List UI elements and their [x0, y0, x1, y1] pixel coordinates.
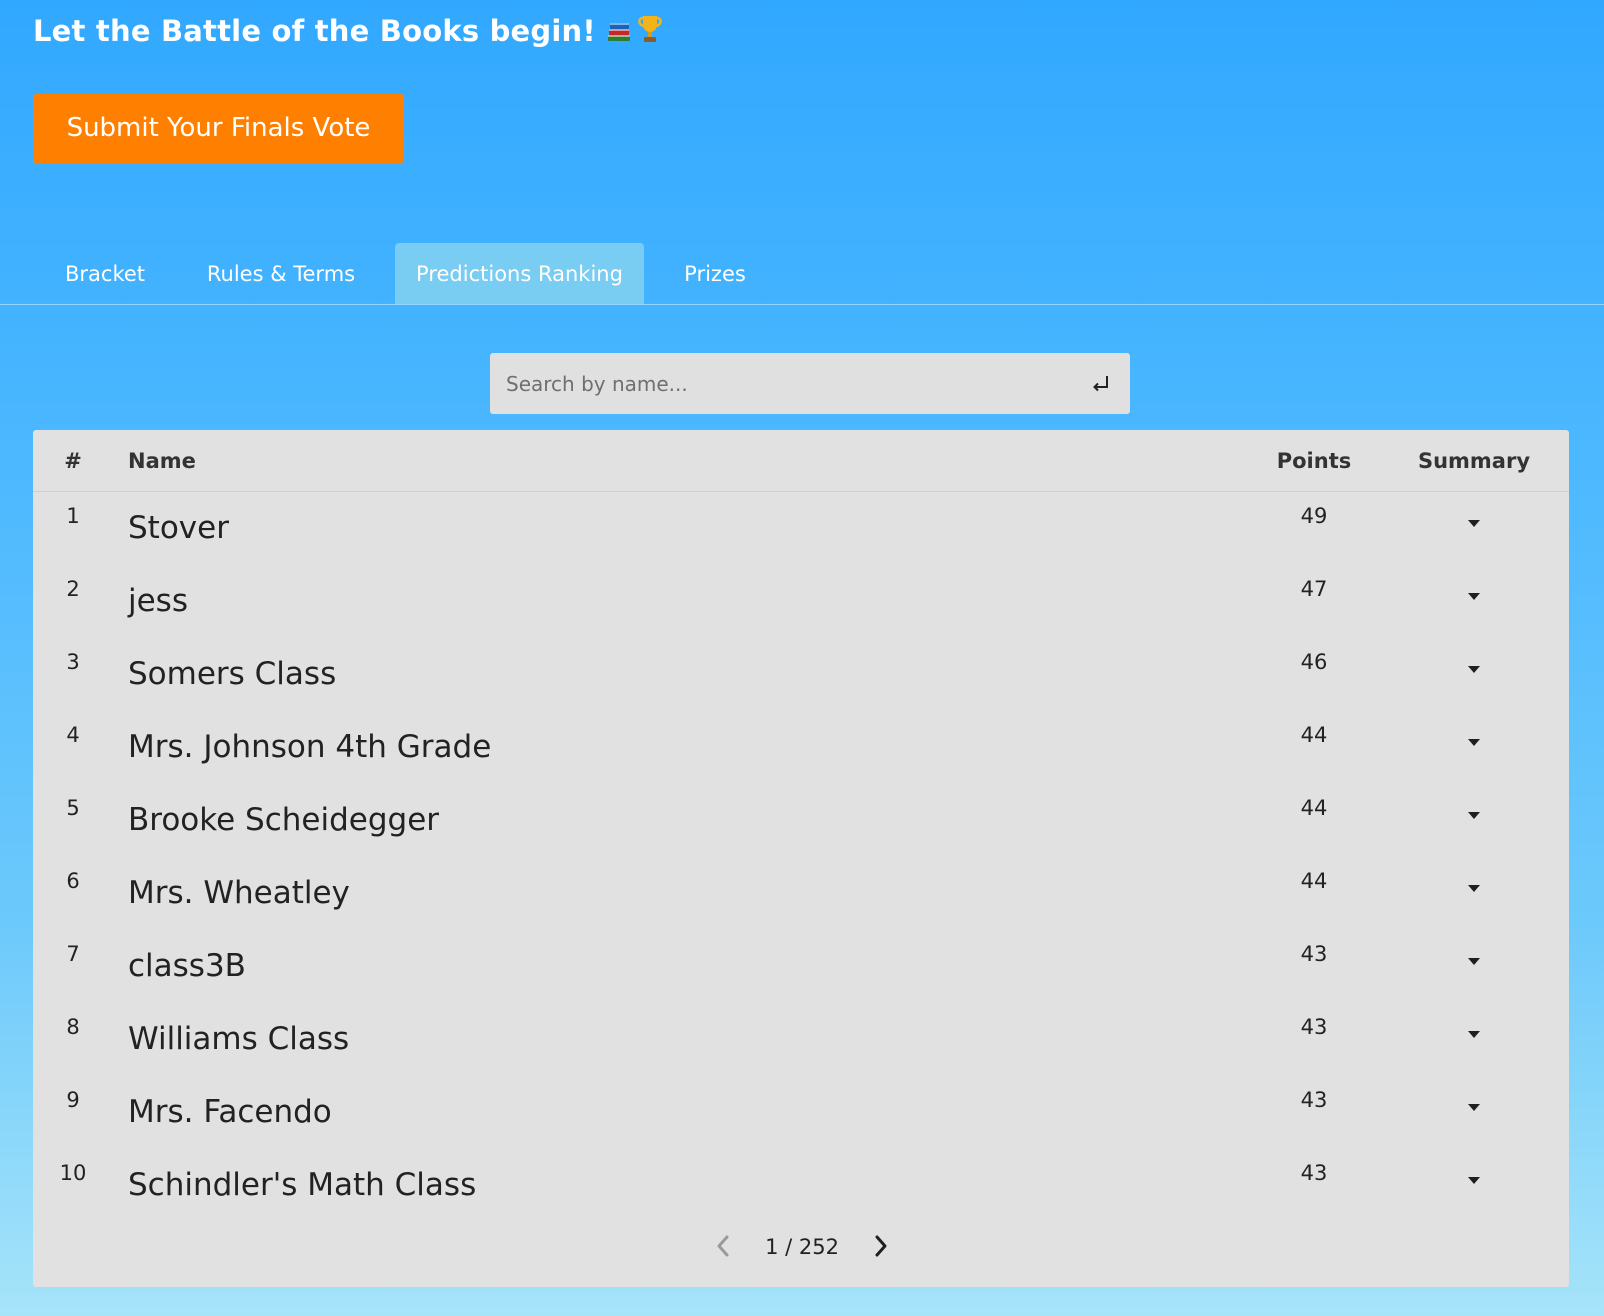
- table-row: 9 Mrs. Facendo 43: [33, 1076, 1569, 1149]
- rank-cell: 8: [66, 1015, 80, 1039]
- search-input[interactable]: [490, 353, 1066, 414]
- enter-icon[interactable]: [1092, 373, 1110, 393]
- caret-down-icon: [1468, 1104, 1480, 1111]
- page-title: Let the Battle of the Books begin!: [33, 14, 664, 51]
- table-row: 8 Williams Class 43: [33, 1003, 1569, 1076]
- caret-down-icon: [1468, 739, 1480, 746]
- tab-bracket[interactable]: Bracket: [42, 243, 168, 304]
- summary-toggle[interactable]: [1459, 1096, 1489, 1120]
- points-cell: 43: [1300, 1088, 1328, 1112]
- summary-toggle[interactable]: [1459, 512, 1489, 536]
- caret-down-icon: [1468, 885, 1480, 892]
- summary-toggle[interactable]: [1459, 877, 1489, 901]
- table-row: 7 class3B 43: [33, 930, 1569, 1003]
- pagination: 1 / 252: [33, 1227, 1569, 1267]
- summary-toggle[interactable]: [1459, 585, 1489, 609]
- ranking-table: # Name Points Summary 1 Stover 49 2 jess…: [33, 430, 1569, 1287]
- rank-cell: 5: [66, 796, 80, 820]
- rank-cell: 6: [66, 869, 80, 893]
- table-row: 10 Schindler's Math Class 43: [33, 1149, 1569, 1222]
- summary-toggle[interactable]: [1459, 731, 1489, 755]
- name-cell: Mrs. Wheatley: [128, 875, 350, 911]
- points-cell: 47: [1300, 577, 1328, 601]
- summary-toggle[interactable]: [1459, 1169, 1489, 1193]
- column-header-summary: Summary: [1417, 449, 1531, 473]
- points-cell: 43: [1300, 1015, 1328, 1039]
- points-cell: 43: [1300, 942, 1328, 966]
- column-header-points: Points: [1276, 449, 1352, 473]
- tab-predictions-ranking[interactable]: Predictions Ranking: [395, 243, 644, 304]
- table-row: 5 Brooke Scheidegger 44: [33, 784, 1569, 857]
- name-cell: Stover: [128, 510, 229, 546]
- rank-cell: 2: [66, 577, 80, 601]
- caret-down-icon: [1468, 1177, 1480, 1184]
- name-cell: jess: [128, 583, 188, 619]
- rank-cell: 7: [66, 942, 80, 966]
- caret-down-icon: [1468, 520, 1480, 527]
- tab-bar: Bracket Rules & Terms Predictions Rankin…: [0, 243, 1604, 305]
- summary-toggle[interactable]: [1459, 658, 1489, 682]
- points-cell: 49: [1300, 504, 1328, 528]
- table-row: 2 jess 47: [33, 565, 1569, 638]
- rank-cell: 10: [59, 1161, 87, 1185]
- page-indicator: 1 / 252: [765, 1235, 839, 1259]
- tab-prizes[interactable]: Prizes: [663, 243, 767, 304]
- chevron-left-icon[interactable]: [709, 1231, 739, 1261]
- rank-cell: 1: [66, 504, 80, 528]
- trophy-icon: [636, 14, 664, 51]
- name-cell: Brooke Scheidegger: [128, 802, 440, 838]
- summary-toggle[interactable]: [1459, 1023, 1489, 1047]
- rank-cell: 9: [66, 1088, 80, 1112]
- table-row: 4 Mrs. Johnson 4th Grade 44: [33, 711, 1569, 784]
- name-cell: Schindler's Math Class: [128, 1167, 477, 1203]
- name-cell: Williams Class: [128, 1021, 350, 1057]
- submit-finals-vote-button[interactable]: Submit Your Finals Vote: [33, 94, 404, 163]
- caret-down-icon: [1468, 812, 1480, 819]
- table-row: 6 Mrs. Wheatley 44: [33, 857, 1569, 930]
- column-header-rank: #: [64, 449, 82, 473]
- points-cell: 44: [1300, 869, 1328, 893]
- name-cell: Somers Class: [128, 656, 337, 692]
- name-cell: class3B: [128, 948, 246, 984]
- table-row: 1 Stover 49: [33, 492, 1569, 565]
- caret-down-icon: [1468, 666, 1480, 673]
- caret-down-icon: [1468, 593, 1480, 600]
- rank-cell: 3: [66, 650, 80, 674]
- table-row: 3 Somers Class 46: [33, 638, 1569, 711]
- books-icon: [606, 17, 632, 51]
- name-cell: Mrs. Johnson 4th Grade: [128, 729, 492, 765]
- page-title-text: Let the Battle of the Books begin!: [33, 14, 596, 48]
- column-header-name: Name: [128, 449, 196, 473]
- points-cell: 44: [1300, 796, 1328, 820]
- points-cell: 46: [1300, 650, 1328, 674]
- name-cell: Mrs. Facendo: [128, 1094, 332, 1130]
- table-header: # Name Points Summary: [33, 430, 1569, 492]
- chevron-right-icon[interactable]: [865, 1231, 895, 1261]
- search-box: [490, 353, 1130, 414]
- points-cell: 43: [1300, 1161, 1328, 1185]
- caret-down-icon: [1468, 958, 1480, 965]
- tab-rules-terms[interactable]: Rules & Terms: [186, 243, 376, 304]
- caret-down-icon: [1468, 1031, 1480, 1038]
- points-cell: 44: [1300, 723, 1328, 747]
- summary-toggle[interactable]: [1459, 804, 1489, 828]
- summary-toggle[interactable]: [1459, 950, 1489, 974]
- rank-cell: 4: [66, 723, 80, 747]
